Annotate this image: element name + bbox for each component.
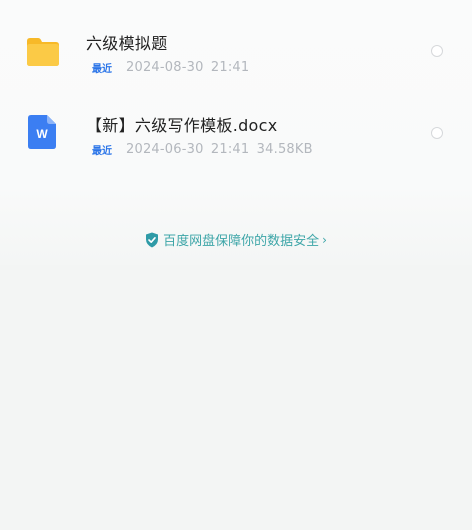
list-item-file[interactable]: W 【新】六级写作模板.docx 最近 2024-06-30 21:41 34.… (0, 94, 472, 174)
folder-icon (27, 38, 59, 66)
data-security-link[interactable]: 百度网盘保障你的数据安全 › (0, 230, 472, 249)
file-date: 2024-08-30 21:41 (126, 60, 250, 75)
recent-badge: 最近 (92, 146, 112, 157)
shield-icon (146, 232, 159, 247)
file-name: 【新】六级写作模板.docx (86, 116, 278, 135)
select-checkbox[interactable] (431, 127, 443, 139)
file-meta: 最近 2024-08-30 21:41 (92, 60, 249, 75)
chevron-right-icon: › (322, 232, 327, 247)
file-date-size: 2024-06-30 21:41 34.58KB (126, 142, 313, 157)
recent-badge: 最近 (92, 64, 112, 75)
select-checkbox[interactable] (431, 45, 443, 57)
security-text: 百度网盘保障你的数据安全 (163, 234, 320, 249)
word-doc-icon: W (28, 115, 56, 149)
svg-text:W: W (36, 127, 48, 141)
file-meta: 最近 2024-06-30 21:41 34.58KB (92, 142, 313, 157)
file-name: 六级模拟题 (86, 34, 168, 53)
list-item-folder[interactable]: 六级模拟题 最近 2024-08-30 21:41 (0, 12, 472, 92)
